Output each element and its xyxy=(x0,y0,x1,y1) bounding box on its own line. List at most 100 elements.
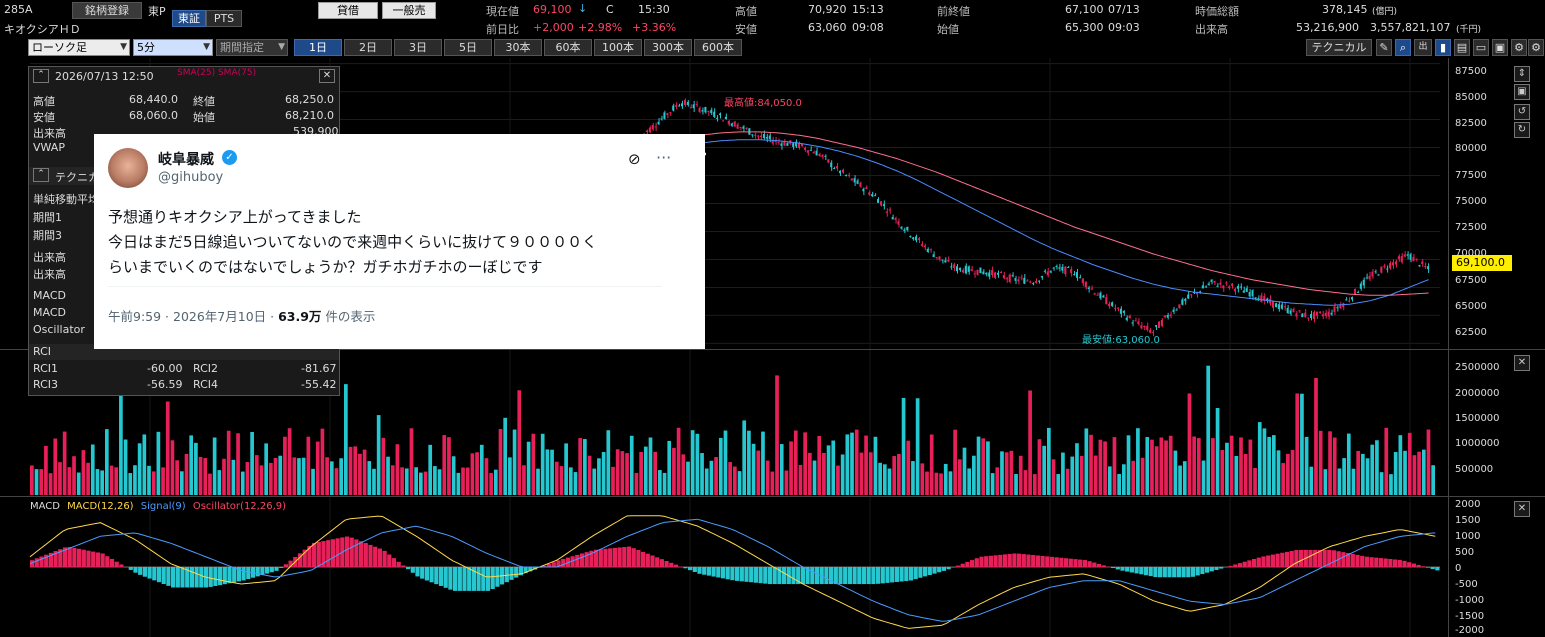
image-icon[interactable]: ▣ xyxy=(1492,39,1508,56)
period-select[interactable]: 期間指定 ▼ xyxy=(216,39,288,56)
candle-body xyxy=(669,112,672,114)
candle-body xyxy=(1424,266,1427,268)
collapse-icon[interactable]: ⌃ xyxy=(33,69,49,83)
oscillator-bar xyxy=(1045,556,1050,567)
collapse-icon[interactable]: ⌃ xyxy=(33,168,49,182)
volume-bar xyxy=(686,461,690,495)
candle-body xyxy=(1105,297,1108,305)
volume-bar xyxy=(648,437,653,495)
oscillator-bar xyxy=(133,567,138,573)
volume-bar xyxy=(1379,472,1384,495)
settings-gear-icon[interactable]: ⚙ xyxy=(1511,39,1527,56)
volume-bar xyxy=(376,415,381,495)
undo-icon[interactable]: ↺ xyxy=(1514,104,1530,120)
candle-body xyxy=(762,134,765,139)
close-icon[interactable]: ✕ xyxy=(319,69,335,83)
volume-bar xyxy=(1173,450,1178,495)
volume-tick: 500000 xyxy=(1455,464,1494,475)
oscillator-bar xyxy=(913,567,918,580)
tweet-divider xyxy=(108,286,662,287)
volume-bar xyxy=(329,461,334,495)
folder-icon[interactable]: ▭ xyxy=(1473,39,1489,56)
settings-gear2-icon[interactable]: ⚙ xyxy=(1528,39,1544,56)
volume-bar xyxy=(1070,456,1075,495)
candle-body xyxy=(1096,294,1099,296)
handle[interactable]: @gihuboy xyxy=(158,170,223,185)
price-tick: 75000 xyxy=(1455,196,1487,207)
oscillator-bar xyxy=(467,567,472,591)
bar-chart-icon[interactable]: ▮ xyxy=(1435,39,1451,56)
volume-bar xyxy=(292,457,297,495)
volume-toggle-icon[interactable]: 出 xyxy=(1414,39,1432,56)
volume-bar xyxy=(803,432,807,495)
candle-body xyxy=(915,236,918,241)
candle-body xyxy=(1008,274,1011,283)
volume-bar xyxy=(386,456,390,495)
volume-bar xyxy=(1098,439,1103,495)
range-30-button[interactable]: 30本 xyxy=(494,39,542,56)
candle-body xyxy=(1365,277,1368,279)
volume-bar xyxy=(339,458,344,495)
volume-bar xyxy=(189,435,194,495)
volume-bar xyxy=(442,435,447,495)
zoom-icon[interactable]: ⌕ xyxy=(1395,39,1411,56)
volume-bar xyxy=(1239,437,1243,495)
exchange-pts-button[interactable]: PTS xyxy=(206,10,242,27)
range-300-button[interactable]: 300本 xyxy=(644,39,692,56)
lock-icon[interactable]: ▣ xyxy=(1514,84,1530,100)
turnover-value: 3,557,821,107 xyxy=(1370,21,1451,34)
oscillator-bar xyxy=(814,567,820,585)
candle-body xyxy=(1228,286,1231,289)
chart-type-select[interactable]: ローソク足 ▼ xyxy=(28,39,130,56)
general-sell-button[interactable]: 一般売 xyxy=(382,2,436,19)
candle-body xyxy=(1245,288,1248,292)
period1-label: 期間1 xyxy=(33,211,62,224)
range-5d-button[interactable]: 5日 xyxy=(444,39,492,56)
oscillator-bar xyxy=(772,567,777,585)
loan-button[interactable]: 貸借 xyxy=(318,2,378,19)
range-1d-button[interactable]: 1日 xyxy=(294,39,342,56)
volume-bar xyxy=(58,462,62,495)
oscillator-bar xyxy=(579,553,585,567)
redo-icon[interactable]: ↻ xyxy=(1514,122,1530,138)
low-label: 安値 xyxy=(735,23,757,36)
register-button[interactable]: 銘柄登録 xyxy=(72,2,142,19)
display-name[interactable]: 岐阜暴威 xyxy=(158,149,214,169)
candle-body xyxy=(1201,285,1204,289)
oscillator-bar xyxy=(1172,567,1177,578)
candle-body xyxy=(1190,294,1193,296)
range-100-button[interactable]: 100本 xyxy=(594,39,642,56)
grok-icon[interactable]: ⊘ xyxy=(628,150,641,168)
volume-bar xyxy=(1004,452,1009,495)
range-60-button[interactable]: 60本 xyxy=(544,39,592,56)
volume-bar xyxy=(1061,452,1065,495)
expand-icon[interactable]: ⇕ xyxy=(1514,66,1530,82)
range-2d-button[interactable]: 2日 xyxy=(344,39,392,56)
technical-button[interactable]: テクニカル xyxy=(1306,39,1372,56)
close-volume-icon[interactable]: ✕ xyxy=(1514,355,1530,371)
oscillator-bar xyxy=(208,567,213,587)
close-macd-icon[interactable]: ✕ xyxy=(1514,501,1530,517)
draw-pen-icon[interactable]: ✎ xyxy=(1376,39,1392,56)
candle-body xyxy=(897,221,900,225)
print-icon[interactable]: ▤ xyxy=(1454,39,1470,56)
candle-body xyxy=(736,124,739,129)
volume-bar xyxy=(95,469,100,495)
volume-bar xyxy=(807,452,812,495)
interval-select[interactable]: 5分 ▼ xyxy=(133,39,213,56)
range-600-button[interactable]: 600本 xyxy=(694,39,742,56)
tweet-time[interactable]: 午前9:59 · 2026年7月10日 · xyxy=(108,309,278,324)
volume-bar xyxy=(409,428,414,495)
oscillator-bar xyxy=(946,567,951,570)
volume-bar xyxy=(550,449,554,495)
volume-bar xyxy=(1351,468,1356,495)
avatar[interactable] xyxy=(108,148,148,188)
pane-separator[interactable] xyxy=(0,496,1545,497)
tweet-card[interactable]: 岐阜暴威 ✓ @gihuboy ⊘ ··· 予想通りキオクシア上がってきました … xyxy=(94,134,705,349)
oscillator-bar xyxy=(1134,567,1139,574)
oscillator-bar xyxy=(683,567,688,569)
oscillator-bar xyxy=(161,567,166,585)
more-options-icon[interactable]: ··· xyxy=(656,148,671,167)
range-3d-button[interactable]: 3日 xyxy=(394,39,442,56)
exchange-tse-button[interactable]: 東証 xyxy=(172,10,206,27)
